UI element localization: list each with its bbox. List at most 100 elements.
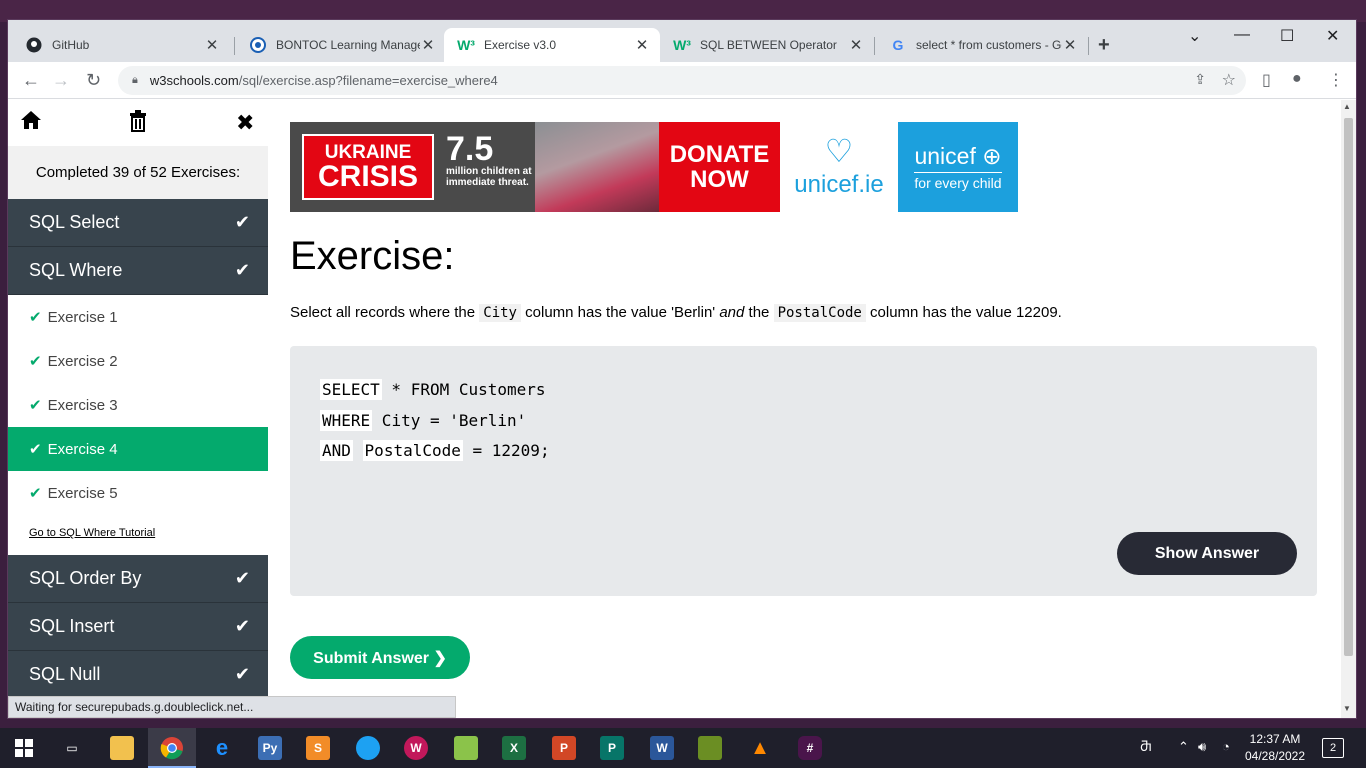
side-panel-icon[interactable]: ▯: [1262, 70, 1271, 90]
taskbar-clock[interactable]: 12:37 AM 04/28/2022: [1240, 731, 1310, 765]
slack-icon[interactable]: #: [798, 736, 822, 760]
clock-date: 04/28/2022: [1244, 749, 1306, 763]
ad-donate-line2: NOW: [690, 166, 749, 193]
task-view-icon[interactable]: ▭: [60, 736, 84, 760]
sidebar-category-sql-insert[interactable]: SQL Insert ✔: [8, 603, 268, 651]
checkmark-icon: ✔: [29, 485, 42, 502]
ad-badge-line2: CRISIS: [317, 160, 419, 193]
desc-code-city: City: [479, 304, 521, 322]
window-close-icon[interactable]: ✕: [1326, 26, 1339, 46]
people-icon[interactable]: Ⴋ: [1140, 739, 1151, 755]
sidebar-category-sql-where[interactable]: SQL Where ✔: [8, 247, 268, 295]
github-icon: [26, 37, 42, 53]
close-icon[interactable]: ✕: [1062, 36, 1078, 54]
sidebar-category-sql-null[interactable]: SQL Null ✔: [8, 651, 268, 699]
menu-kebab-icon[interactable]: ⋮: [1328, 70, 1344, 90]
scrollbar-thumb[interactable]: [1344, 118, 1353, 656]
chrome-icon[interactable]: [160, 736, 184, 760]
ad-child-photo: [535, 122, 659, 212]
code-text: * FROM Customers: [381, 380, 546, 399]
exercise-description: Select all records where the City column…: [290, 304, 1062, 322]
reload-icon[interactable]: ↻: [86, 70, 101, 91]
sidebar-category-sql-select[interactable]: SQL Select ✔: [8, 199, 268, 247]
edge-icon[interactable]: e: [210, 735, 234, 760]
code-line-3: AND PostalCode = 12209;: [320, 440, 550, 461]
submit-answer-button[interactable]: Submit Answer ❯: [290, 636, 470, 679]
home-icon[interactable]: [20, 110, 42, 136]
sublime-text-icon[interactable]: S: [306, 736, 330, 760]
tab-separator: [234, 37, 235, 55]
forward-arrow-icon[interactable]: →: [52, 70, 70, 91]
wifi-icon[interactable]: ◔: [1222, 739, 1230, 754]
publisher-icon[interactable]: P: [600, 736, 624, 760]
answer-input-where[interactable]: WHERE: [320, 410, 373, 431]
tab-bar: GitHub ✕ BONTOC Learning Managem ✕ W³ Ex…: [8, 20, 1356, 62]
answer-input-and[interactable]: AND: [320, 440, 353, 461]
tab-sql-between[interactable]: W³ SQL BETWEEN Operator ✕: [660, 28, 874, 62]
sidebar-exercise-1[interactable]: ✔ Exercise 1: [8, 295, 268, 339]
powerpoint-icon[interactable]: P: [552, 736, 576, 760]
category-label: SQL Insert: [29, 616, 115, 636]
unicef-ad-banner[interactable]: UKRAINE CRISIS 7.5 million children at i…: [290, 122, 1018, 212]
tab-google[interactable]: G select * from customers - Go ✕: [876, 28, 1088, 62]
show-answer-button[interactable]: Show Answer: [1117, 532, 1297, 575]
tab-github[interactable]: GitHub ✕: [12, 28, 230, 62]
maximize-icon[interactable]: ☐: [1280, 26, 1294, 46]
file-explorer-icon[interactable]: [110, 736, 134, 760]
answer-input-select[interactable]: SELECT: [320, 379, 382, 400]
windows-taskbar: ▭ e Py S W X P P W ▲ # Ⴋ ⌃ 🔊︎ ◔ 12:37 AM…: [0, 728, 1366, 768]
tab-bontoc[interactable]: BONTOC Learning Managem ✕: [236, 28, 446, 62]
notification-center-icon[interactable]: 2: [1322, 738, 1344, 758]
profile-avatar-icon[interactable]: ●: [1292, 70, 1302, 88]
back-arrow-icon[interactable]: ←: [22, 70, 40, 91]
app-icon[interactable]: [698, 736, 722, 760]
word-icon[interactable]: W: [650, 736, 674, 760]
ad-unicef-text: unicef: [914, 143, 976, 169]
vlc-icon[interactable]: ▲: [748, 736, 772, 760]
sidebar-exercise-3[interactable]: ✔ Exercise 3: [8, 383, 268, 427]
close-icon[interactable]: ✕: [848, 36, 864, 54]
bookmark-star-icon[interactable]: ☆: [1222, 70, 1236, 90]
desc-emphasis: and: [719, 304, 745, 321]
minimize-icon[interactable]: —: [1234, 26, 1250, 44]
chevron-up-icon[interactable]: ⌃: [1178, 739, 1189, 755]
answer-input-postalcode[interactable]: PostalCode: [362, 440, 463, 461]
wamp-icon[interactable]: W: [404, 736, 428, 760]
close-icon[interactable]: ✖: [236, 110, 254, 136]
checkmark-icon: ✔: [234, 616, 250, 636]
sidebar-exercise-5[interactable]: ✔ Exercise 5: [8, 471, 268, 515]
new-tab-plus-icon[interactable]: +: [1098, 34, 1110, 57]
close-icon[interactable]: ✕: [204, 36, 220, 54]
tutorial-link[interactable]: Go to SQL Where Tutorial: [29, 527, 155, 539]
tab-search-chevron-icon[interactable]: ⌄: [1188, 26, 1201, 46]
ad-tagline: for every child: [914, 172, 1002, 191]
address-bar[interactable]: 🔒︎ w3schools.com/sql/exercise.asp?filena…: [118, 66, 1246, 95]
close-icon[interactable]: ✕: [634, 36, 650, 54]
sidebar-category-sql-order-by[interactable]: SQL Order By ✔: [8, 555, 268, 603]
tab-title: GitHub: [52, 38, 90, 52]
sidebar-exercise-2[interactable]: ✔ Exercise 2: [8, 339, 268, 383]
unicef-logo-text: unicef ⊕: [914, 143, 1001, 170]
python-icon[interactable]: Py: [258, 736, 282, 760]
share-icon[interactable]: ⇪: [1194, 71, 1206, 88]
clock-time: 12:37 AM: [1249, 732, 1301, 746]
lock-icon: 🔒︎: [132, 74, 138, 86]
sidebar-exercise-4[interactable]: ✔ Exercise 4: [8, 427, 268, 471]
app-icon[interactable]: [356, 736, 380, 760]
code-exercise-box: SELECT * FROM Customers WHERE City = 'Be…: [290, 346, 1317, 596]
close-icon[interactable]: ✕: [420, 36, 436, 54]
scroll-down-arrow-icon[interactable]: ▼: [1343, 704, 1351, 713]
excel-icon[interactable]: X: [502, 736, 526, 760]
tab-title: Exercise v3.0: [484, 38, 557, 52]
page-scrollbar[interactable]: ▲ ▼: [1341, 100, 1356, 718]
tab-exercise[interactable]: W³ Exercise v3.0 ✕: [444, 28, 660, 62]
trash-icon[interactable]: [128, 110, 148, 138]
speaker-icon[interactable]: 🔊︎: [1198, 739, 1206, 755]
desc-text: Select all records where the: [290, 304, 476, 321]
windows-start-icon[interactable]: [12, 736, 36, 760]
url-domain: w3schools.com: [149, 73, 239, 88]
notepad-icon[interactable]: [454, 736, 478, 760]
ad-unicef-panel: unicef ⊕ for every child: [898, 122, 1018, 212]
scroll-up-arrow-icon[interactable]: ▲: [1343, 102, 1351, 111]
